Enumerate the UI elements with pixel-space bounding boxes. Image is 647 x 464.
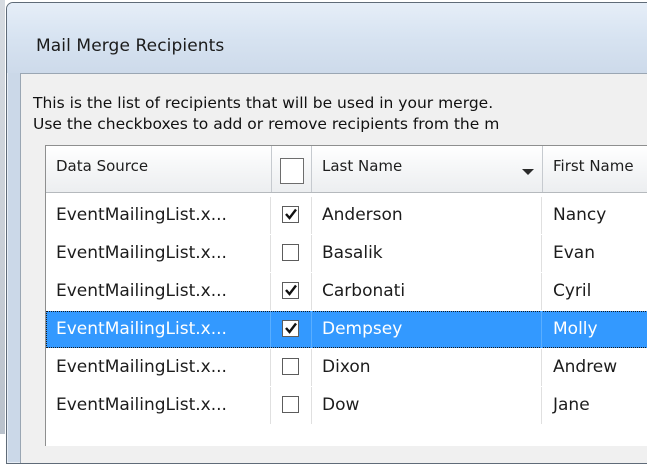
cell-include xyxy=(272,311,312,348)
instruction-text-line-2: Use the checkboxes to add or remove reci… xyxy=(33,115,500,133)
cell-data-source: EventMailingList.x... xyxy=(46,387,271,424)
column-header-data-source[interactable]: Data Source xyxy=(46,146,272,192)
instruction-text-line-1: This is the list of recipients that will… xyxy=(33,94,494,112)
cell-last-name: Dempsey xyxy=(312,311,542,348)
include-recipient-checkbox[interactable] xyxy=(282,244,299,261)
cell-first-name: Molly xyxy=(553,319,598,339)
dialog-title: Mail Merge Recipients xyxy=(36,36,225,56)
include-recipient-checkbox[interactable] xyxy=(282,396,299,413)
table-row[interactable]: EventMailingList.x... Dempsey Molly xyxy=(46,311,647,348)
column-header-label: Data Source xyxy=(56,157,149,175)
checkmark-icon xyxy=(285,284,297,296)
cell-include xyxy=(272,349,312,386)
cell-last-name: Dow xyxy=(312,387,542,424)
include-recipient-checkbox[interactable] xyxy=(282,282,299,299)
cell-last-name: Carbonati xyxy=(312,273,542,310)
cell-last-name: Anderson xyxy=(312,197,542,234)
table-row[interactable]: EventMailingList.x... Dow Jane xyxy=(46,387,647,424)
checkmark-icon xyxy=(285,208,297,220)
cell-data-source: EventMailingList.x... xyxy=(46,311,271,348)
cell-include xyxy=(272,273,312,310)
cell-data-source: EventMailingList.x... xyxy=(46,273,271,310)
include-recipient-checkbox[interactable] xyxy=(282,206,299,223)
select-all-checkbox[interactable] xyxy=(280,158,304,184)
table-row[interactable]: EventMailingList.x... Basalik Evan xyxy=(46,235,647,272)
column-header-last-name[interactable]: Last Name xyxy=(312,146,543,192)
cell-include xyxy=(272,387,312,424)
include-recipient-checkbox[interactable] xyxy=(282,320,299,337)
cell-data-source: EventMailingList.x... xyxy=(46,349,271,386)
column-header-label: Last Name xyxy=(322,157,403,175)
cell-first-name: Cyril xyxy=(553,281,592,301)
checkmark-icon xyxy=(285,322,297,334)
cell-include xyxy=(272,235,312,272)
cell-first-name: Evan xyxy=(553,243,595,263)
cell-first-name: Nancy xyxy=(553,205,607,225)
include-recipient-checkbox[interactable] xyxy=(282,358,299,375)
cell-data-source: EventMailingList.x... xyxy=(46,197,271,234)
cell-last-name: Basalik xyxy=(312,235,542,272)
cell-first-name: Jane xyxy=(553,395,590,415)
cell-data-source: EventMailingList.x... xyxy=(46,235,271,272)
grid-header: Data Source Last Name First Name xyxy=(46,146,647,193)
column-header-first-name[interactable]: First Name xyxy=(543,146,647,192)
cell-last-name: Dixon xyxy=(312,349,542,386)
column-header-select-all[interactable] xyxy=(272,146,312,192)
sort-dropdown-arrow-icon[interactable] xyxy=(522,169,534,175)
background-window-edge xyxy=(0,0,5,434)
cell-include xyxy=(272,197,312,234)
table-row[interactable]: EventMailingList.x... Carbonati Cyril xyxy=(46,273,647,310)
cell-first-name: Andrew xyxy=(553,357,618,377)
column-header-label: First Name xyxy=(553,157,634,175)
recipients-grid[interactable]: Data Source Last Name First Name EventMa… xyxy=(45,145,647,446)
table-row[interactable]: EventMailingList.x... Anderson Nancy xyxy=(46,197,647,234)
dialog-titlebar[interactable]: Mail Merge Recipients xyxy=(7,3,647,73)
table-row[interactable]: EventMailingList.x... Dixon Andrew xyxy=(46,349,647,386)
